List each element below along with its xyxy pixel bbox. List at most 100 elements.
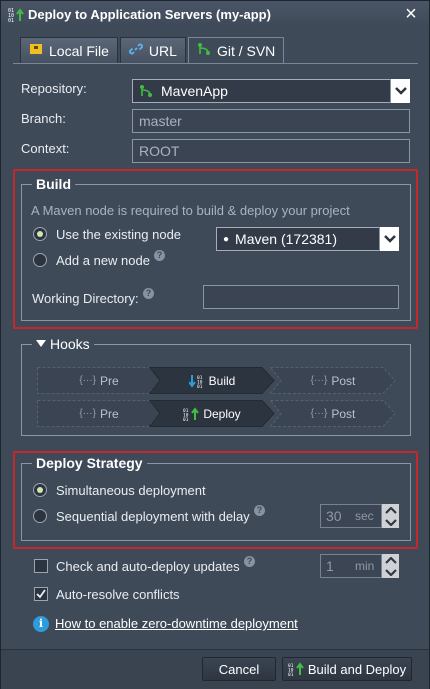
help-icon[interactable]: ?	[154, 250, 165, 261]
radio-simultaneous[interactable]	[33, 483, 47, 497]
help-icon[interactable]: ?	[244, 556, 255, 567]
build-and-deploy-button[interactable]: 01 10 01 Build and Deploy	[282, 657, 412, 681]
dialog-footer: Cancel 01 10 01 Build and Deploy	[1, 649, 429, 689]
delay-unit: sec	[355, 509, 374, 523]
code-icon: {···}	[79, 408, 96, 419]
info-icon: i	[33, 616, 49, 632]
new-node-label: Add a new node	[56, 253, 150, 268]
interval-value: 1	[326, 558, 334, 574]
deploy-step: 01 10 01 Deploy	[149, 400, 275, 427]
deploy-label: Build and Deploy	[307, 661, 407, 677]
tab-label: Local File	[49, 42, 109, 59]
cancel-button[interactable]: Cancel	[202, 657, 276, 681]
bullet-icon: ●	[223, 233, 230, 245]
title-bar: 01 10 01 Deploy to Application Servers (…	[1, 1, 429, 27]
auto-update-label: Check and auto-deploy updates	[56, 559, 240, 574]
node-select[interactable]: ● Maven (172381)	[216, 227, 399, 251]
svg-text:01: 01	[183, 417, 189, 421]
auto-resolve-checkbox[interactable]	[34, 587, 48, 601]
help-icon[interactable]: ?	[143, 288, 154, 299]
deploy-pre-hook[interactable]: {···} Pre	[37, 400, 161, 427]
sequential-label: Sequential deployment with delay	[56, 509, 250, 524]
link-icon	[128, 42, 143, 59]
hook-label: Deploy	[203, 406, 241, 421]
chevron-down-icon[interactable]	[379, 227, 399, 251]
radio-sequential[interactable]	[33, 509, 47, 523]
tab-git-svn[interactable]: Git / SVN	[187, 37, 285, 64]
delay-value: 30	[326, 508, 342, 524]
git-icon	[139, 84, 153, 98]
tab-local-file[interactable]: Local File	[20, 37, 118, 63]
chevron-down-icon[interactable]	[390, 79, 410, 103]
chevron-up-icon[interactable]	[384, 506, 397, 514]
code-icon: {···}	[310, 375, 328, 386]
svg-text:01: 01	[8, 18, 14, 22]
hooks-header[interactable]: Hooks	[32, 336, 94, 352]
tab-divider	[13, 63, 418, 64]
repository-label: Repository:	[21, 81, 87, 96]
spinner-buttons[interactable]	[381, 504, 399, 528]
context-label: Context:	[21, 141, 70, 156]
branch-input[interactable]: master	[132, 109, 410, 133]
archive-icon	[29, 42, 43, 59]
tab-label: Git / SVN	[216, 42, 276, 59]
context-input[interactable]: ROOT	[132, 139, 410, 163]
code-icon: {···}	[310, 408, 328, 419]
simultaneous-label: Simultaneous deployment	[56, 483, 206, 498]
node-value: Maven (172381)	[235, 231, 337, 247]
auto-resolve-label: Auto-resolve conflicts	[56, 587, 180, 602]
strategy-group: Deploy Strategy	[21, 455, 411, 541]
build-hint: A Maven node is required to build & depl…	[31, 203, 350, 218]
repository-select[interactable]: MavenApp	[132, 79, 410, 103]
branch-label: Branch:	[21, 111, 66, 126]
close-icon: ×	[405, 3, 417, 25]
context-value: ROOT	[139, 143, 180, 159]
repository-value: MavenApp	[161, 83, 228, 99]
branch-value: master	[139, 113, 182, 129]
hook-label: Pre	[99, 373, 119, 388]
auto-update-checkbox[interactable]	[34, 559, 48, 573]
chevron-down-icon[interactable]	[384, 568, 397, 576]
interval-unit: min	[355, 559, 375, 573]
spinner-buttons[interactable]	[381, 554, 399, 578]
build-pre-hook[interactable]: {···} Pre	[37, 367, 161, 394]
git-icon	[197, 42, 211, 59]
existing-node-label: Use the existing node	[56, 227, 182, 242]
delay-spinner[interactable]: 30 sec	[320, 504, 399, 528]
build-icon: 01 10 01	[188, 374, 205, 388]
deploy-dialog: 01 10 01 Deploy to Application Servers (…	[0, 0, 430, 689]
deploy-post-hook[interactable]: {···} Post	[270, 400, 396, 427]
interval-spinner[interactable]: 1 min	[320, 554, 399, 578]
svg-text:01: 01	[288, 672, 294, 676]
hook-label: Post	[331, 406, 356, 421]
radio-existing-node[interactable]	[33, 227, 47, 241]
tab-url[interactable]: URL	[119, 37, 186, 63]
deploy-icon: 01 10 01	[288, 662, 304, 676]
strategy-title: Deploy Strategy	[32, 455, 147, 471]
cancel-label: Cancel	[218, 661, 260, 677]
chevron-up-icon[interactable]	[384, 556, 397, 564]
check-icon	[36, 589, 46, 599]
hook-label: Post	[331, 373, 356, 388]
build-post-hook[interactable]: {···} Post	[270, 367, 396, 394]
build-step: 01 10 01 Build	[149, 367, 275, 394]
tab-label: URL	[148, 42, 177, 59]
radio-new-node[interactable]	[33, 253, 47, 267]
code-icon: {···}	[79, 375, 96, 386]
hook-label: Pre	[99, 406, 119, 421]
hook-label: Build	[208, 373, 236, 388]
deploy-icon: 01 10 01	[183, 406, 200, 421]
close-button[interactable]: ×	[401, 4, 421, 24]
dialog-title: Deploy to Application Servers (my-app)	[28, 6, 271, 22]
chevron-down-icon[interactable]	[384, 518, 397, 526]
build-title: Build	[32, 176, 75, 192]
zero-downtime-link[interactable]: How to enable zero-downtime deployment	[55, 616, 298, 631]
workdir-input[interactable]	[203, 285, 399, 309]
triangle-down-icon	[36, 340, 46, 347]
help-icon[interactable]: ?	[254, 505, 265, 516]
hooks-title: Hooks	[50, 336, 90, 352]
workdir-label: Working Directory:	[32, 291, 139, 306]
deploy-icon: 01 10 01	[7, 5, 25, 23]
svg-text:01: 01	[197, 384, 203, 388]
source-tabs: Local File URL Git / SVN	[20, 37, 285, 64]
